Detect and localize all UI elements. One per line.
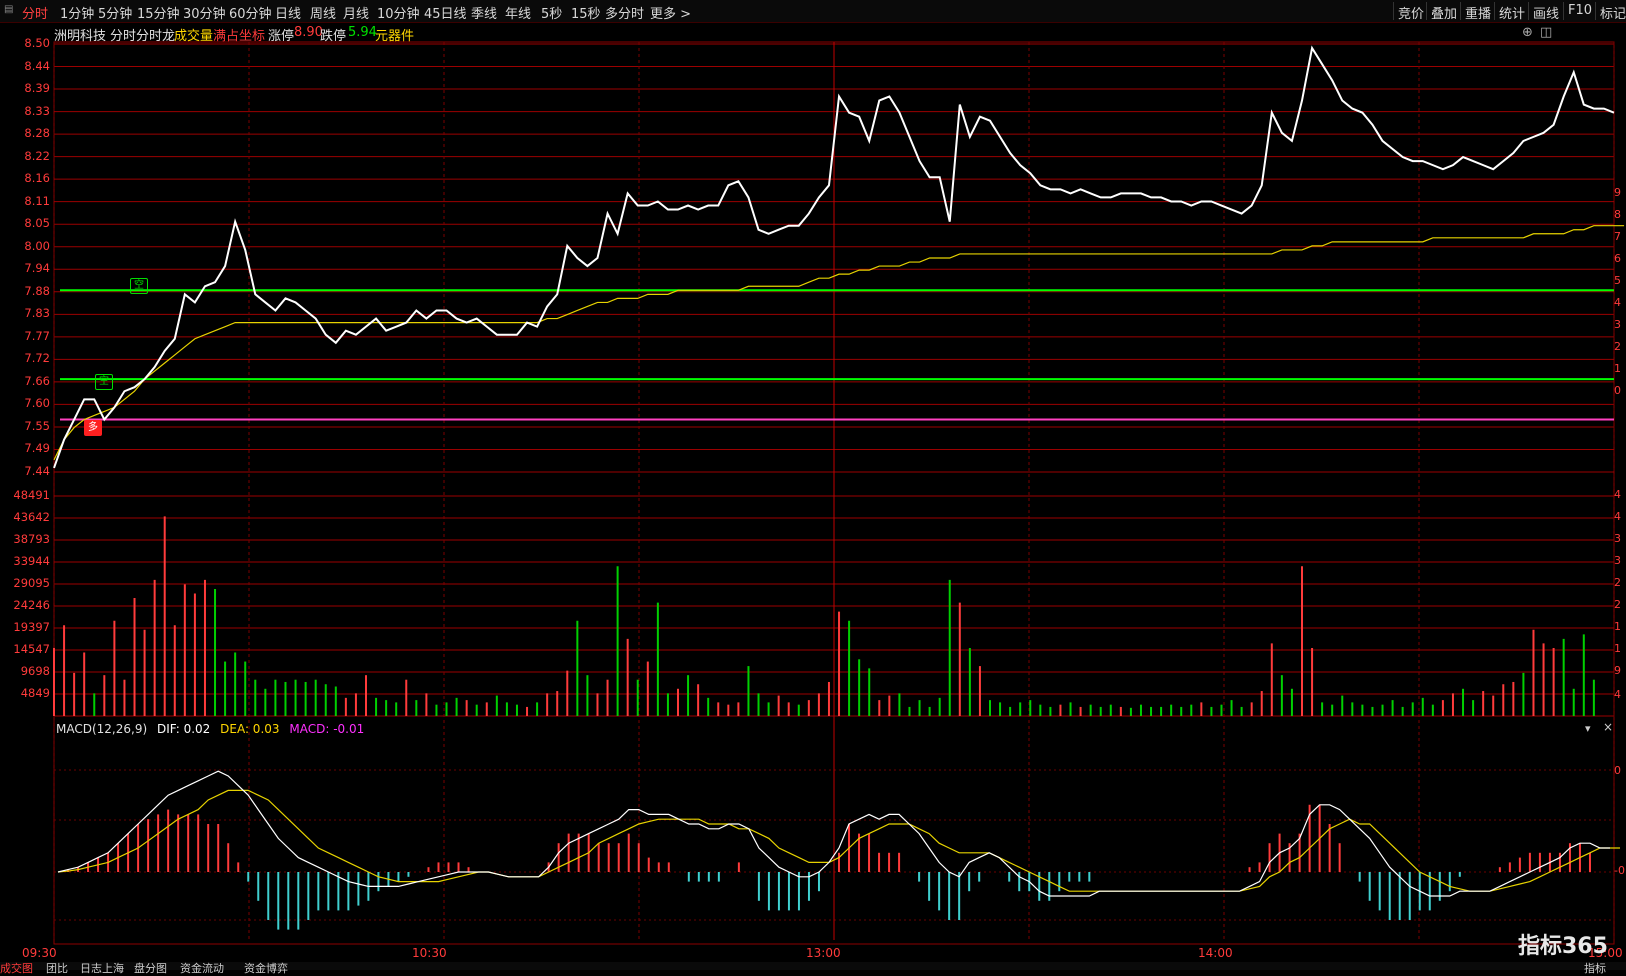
bottom-indicator-button[interactable]: 指标	[1584, 960, 1606, 976]
right-axis-label: -0	[1614, 864, 1625, 877]
right-axis-label: 2	[1614, 340, 1621, 353]
macd-dif: DIF: 0.02	[156, 722, 211, 736]
right-axis-label: 4	[1614, 688, 1621, 701]
right-axis-label: 7	[1614, 230, 1621, 243]
bottom-tab[interactable]: 资金博弈	[244, 960, 288, 976]
time-axis-label: 09:30	[22, 946, 57, 960]
bottom-tab[interactable]: 盘分图	[134, 960, 167, 976]
right-axis-label: 3	[1614, 318, 1621, 331]
right-axis-label: 1	[1614, 362, 1621, 375]
right-axis-label: 8	[1614, 208, 1621, 221]
volume-axis-label: 4849	[20, 686, 50, 700]
bottom-tabs: 成交图 团比 日志上海 盘分图 资金流动 资金博弈 指标	[0, 962, 1626, 975]
right-axis-label: 4	[1614, 510, 1621, 523]
price-axis-label: 7.66	[24, 373, 50, 388]
right-axis-label: 9	[1614, 664, 1621, 677]
bottom-tab[interactable]: 成交图	[0, 960, 33, 976]
time-axis-label: 13:00	[806, 946, 841, 960]
price-axis-label: 7.77	[24, 328, 50, 343]
right-axis-label: 1	[1614, 620, 1621, 633]
price-axis-label: 7.49	[24, 441, 50, 456]
price-axis-label: 8.50	[24, 36, 50, 50]
price-axis-label: 8.22	[24, 148, 50, 163]
price-axis-label: 8.39	[24, 81, 50, 96]
price-axis-label: 7.44	[24, 464, 50, 478]
bottom-tab[interactable]: 日志上海	[80, 960, 124, 976]
price-axis-label: 7.88	[24, 283, 50, 298]
price-axis-label: 7.94	[24, 261, 50, 276]
price-axis-label: 8.16	[24, 171, 50, 186]
time-axis-label: 14:00	[1198, 946, 1233, 960]
volume-axis-label: 19397	[13, 620, 50, 634]
volume-axis-label: 24246	[13, 598, 50, 612]
right-axis-label: 3	[1614, 554, 1621, 567]
macd-value: MACD: -0.01	[289, 722, 365, 736]
right-axis-label: 2	[1614, 576, 1621, 589]
price-axis-label: 8.00	[24, 238, 50, 253]
price-axis-label: 8.44	[24, 58, 50, 73]
price-axis-label: 8.05	[24, 216, 50, 231]
right-axis-label: 4	[1614, 296, 1621, 309]
right-axis-label: 4	[1614, 488, 1621, 501]
bottom-tab[interactable]: 团比	[46, 960, 68, 976]
price-axis-label: 8.11	[24, 193, 50, 208]
volume-axis-label: 29095	[13, 576, 50, 590]
signal-marker[interactable]: 空	[130, 278, 148, 294]
price-axis-label: 7.72	[24, 351, 50, 366]
price-axis-label: 8.28	[24, 126, 50, 141]
right-axis-label: 5	[1614, 274, 1621, 287]
right-axis-label: 0	[1614, 384, 1621, 397]
signal-marker[interactable]: 空	[95, 374, 113, 390]
macd-dea: DEA: 0.03	[220, 722, 280, 736]
volume-axis-label: 43642	[13, 510, 50, 524]
avg-price-line	[53, 225, 1625, 461]
right-axis-label: 6	[1614, 252, 1621, 265]
volume-axis-label: 38793	[13, 532, 50, 546]
volume-axis-label: 33944	[13, 554, 50, 568]
price-axis-label: 7.60	[24, 396, 50, 411]
price-axis-label: 7.55	[24, 418, 50, 433]
volume-axis-label: 9698	[20, 664, 50, 678]
right-axis-label: 1	[1614, 642, 1621, 655]
right-axis-label: 9	[1614, 186, 1621, 199]
volume-axis-label: 48491	[13, 488, 50, 502]
dropdown-icon[interactable]: ▾	[1585, 722, 1591, 735]
close-icon[interactable]: ×	[1603, 720, 1613, 734]
time-axis-label: 10:30	[412, 946, 447, 960]
price-axis-label: 8.33	[24, 103, 50, 118]
brand-logo: 指标365	[1518, 934, 1608, 959]
bottom-tab[interactable]: 资金流动	[180, 960, 224, 976]
intraday-chart[interactable]	[0, 0, 1626, 962]
macd-dea-line	[57, 789, 1621, 892]
volume-axis-label: 14547	[13, 642, 50, 656]
signal-marker[interactable]: 多	[84, 420, 102, 436]
right-axis-label: 3	[1614, 532, 1621, 545]
right-axis-label: 2	[1614, 598, 1621, 611]
macd-legend: MACD(12,26,9) DIF: 0.02 DEA: 0.03 MACD: …	[56, 722, 364, 738]
macd-name[interactable]: MACD(12,26,9)	[56, 722, 147, 736]
price-axis-label: 7.83	[24, 306, 50, 321]
right-axis-label: 0	[1614, 764, 1621, 777]
